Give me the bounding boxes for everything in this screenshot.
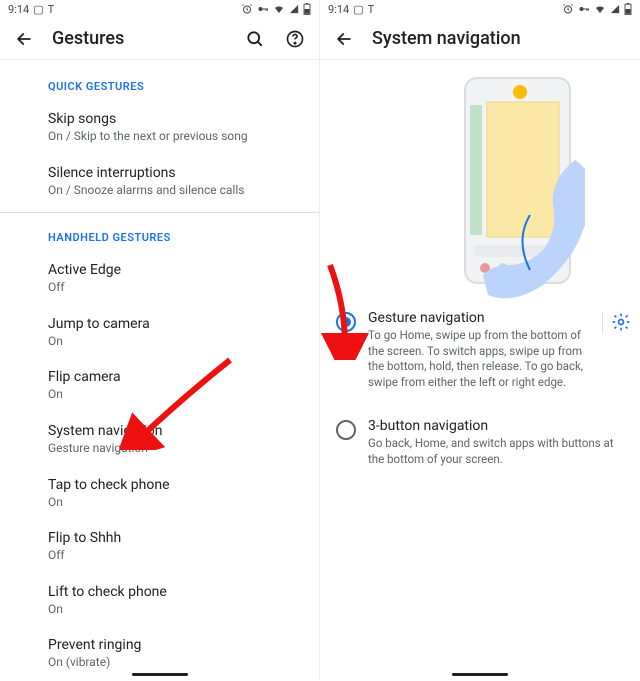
- radio-button[interactable]: [336, 312, 356, 332]
- vpn-key-icon: [257, 3, 269, 15]
- row-jump-to-camera[interactable]: Jump to camera On: [0, 306, 319, 360]
- option-description: Go back, Home, and switch apps with butt…: [368, 436, 624, 467]
- row-flip-to-shhh[interactable]: Flip to Shhh Off: [0, 520, 319, 574]
- row-subtitle: Off: [48, 280, 299, 296]
- row-title: Silence interruptions: [48, 165, 299, 181]
- option-description: To go Home, swipe up from the bottom of …: [368, 328, 586, 390]
- wifi-icon: [273, 3, 285, 15]
- photo-icon: ▢: [353, 3, 363, 16]
- section-header-handheld: HANDHELD GESTURES: [0, 217, 319, 252]
- status-bar: 9:14 ▢ T: [320, 0, 640, 18]
- alarm-icon: [562, 3, 574, 15]
- cell-signal-icon: [610, 4, 620, 14]
- row-subtitle: On: [48, 334, 299, 350]
- vpn-key-icon: [578, 3, 590, 15]
- row-title: Flip camera: [48, 369, 299, 385]
- row-subtitle: On / Skip to the next or previous song: [48, 129, 299, 145]
- option-gesture-navigation[interactable]: Gesture navigation To go Home, swipe up …: [320, 300, 640, 400]
- option-title: Gesture navigation: [368, 310, 586, 326]
- back-button[interactable]: [12, 27, 36, 51]
- back-button[interactable]: [332, 27, 356, 51]
- row-subtitle: On / Snooze alarms and silence calls: [48, 183, 299, 199]
- gesture-nav-pill[interactable]: [132, 673, 188, 676]
- row-title: Active Edge: [48, 262, 299, 278]
- divider: [0, 212, 319, 213]
- wifi-icon: [594, 3, 606, 15]
- cell-signal-icon: [289, 4, 299, 14]
- battery-icon: [624, 3, 632, 15]
- row-title: Prevent ringing: [48, 637, 299, 653]
- row-subtitle: Off: [48, 548, 299, 564]
- row-tap-to-check[interactable]: Tap to check phone On: [0, 467, 319, 521]
- row-title: Flip to Shhh: [48, 530, 299, 546]
- row-subtitle: On (vibrate): [48, 655, 299, 671]
- search-button[interactable]: [243, 27, 267, 51]
- row-lift-to-check[interactable]: Lift to check phone On: [0, 574, 319, 628]
- radio-button[interactable]: [336, 420, 356, 440]
- row-subtitle: On: [48, 387, 299, 403]
- row-title: Jump to camera: [48, 316, 299, 332]
- row-title: System navigation: [48, 423, 299, 439]
- row-subtitle: On: [48, 495, 299, 511]
- tesla-icon: T: [48, 3, 55, 16]
- section-header-quick: QUICK GESTURES: [0, 66, 319, 101]
- row-title: Skip songs: [48, 111, 299, 127]
- help-button[interactable]: [283, 27, 307, 51]
- app-bar: System navigation: [320, 18, 640, 60]
- option-settings-button[interactable]: [602, 312, 624, 334]
- option-title: 3-button navigation: [368, 418, 624, 434]
- battery-icon: [303, 3, 311, 15]
- row-subtitle: On: [48, 602, 299, 618]
- row-system-navigation[interactable]: System navigation Gesture navigation: [0, 413, 319, 467]
- row-title: Tap to check phone: [48, 477, 299, 493]
- page-title: Gestures: [52, 28, 227, 49]
- status-bar: 9:14 ▢ T: [0, 0, 319, 18]
- row-silence-interruptions[interactable]: Silence interruptions On / Snooze alarms…: [0, 155, 319, 209]
- status-time: 9:14: [328, 3, 349, 16]
- app-bar: Gestures: [0, 18, 319, 60]
- photo-icon: ▢: [33, 3, 43, 16]
- tesla-icon: T: [368, 3, 375, 16]
- status-time: 9:14: [8, 3, 29, 16]
- row-active-edge[interactable]: Active Edge Off: [0, 252, 319, 306]
- illustration: [320, 60, 640, 300]
- row-subtitle: Gesture navigation: [48, 441, 299, 457]
- row-flip-camera[interactable]: Flip camera On: [0, 359, 319, 413]
- page-title: System navigation: [372, 28, 628, 49]
- gesture-nav-pill[interactable]: [452, 673, 508, 676]
- system-navigation-screen: 9:14 ▢ T System navigation: [320, 0, 640, 680]
- gestures-screen: 9:14 ▢ T Gestures: [0, 0, 320, 680]
- alarm-icon: [241, 3, 253, 15]
- row-title: Lift to check phone: [48, 584, 299, 600]
- row-skip-songs[interactable]: Skip songs On / Skip to the next or prev…: [0, 101, 319, 155]
- option-3-button-navigation[interactable]: 3-button navigation Go back, Home, and s…: [320, 400, 640, 477]
